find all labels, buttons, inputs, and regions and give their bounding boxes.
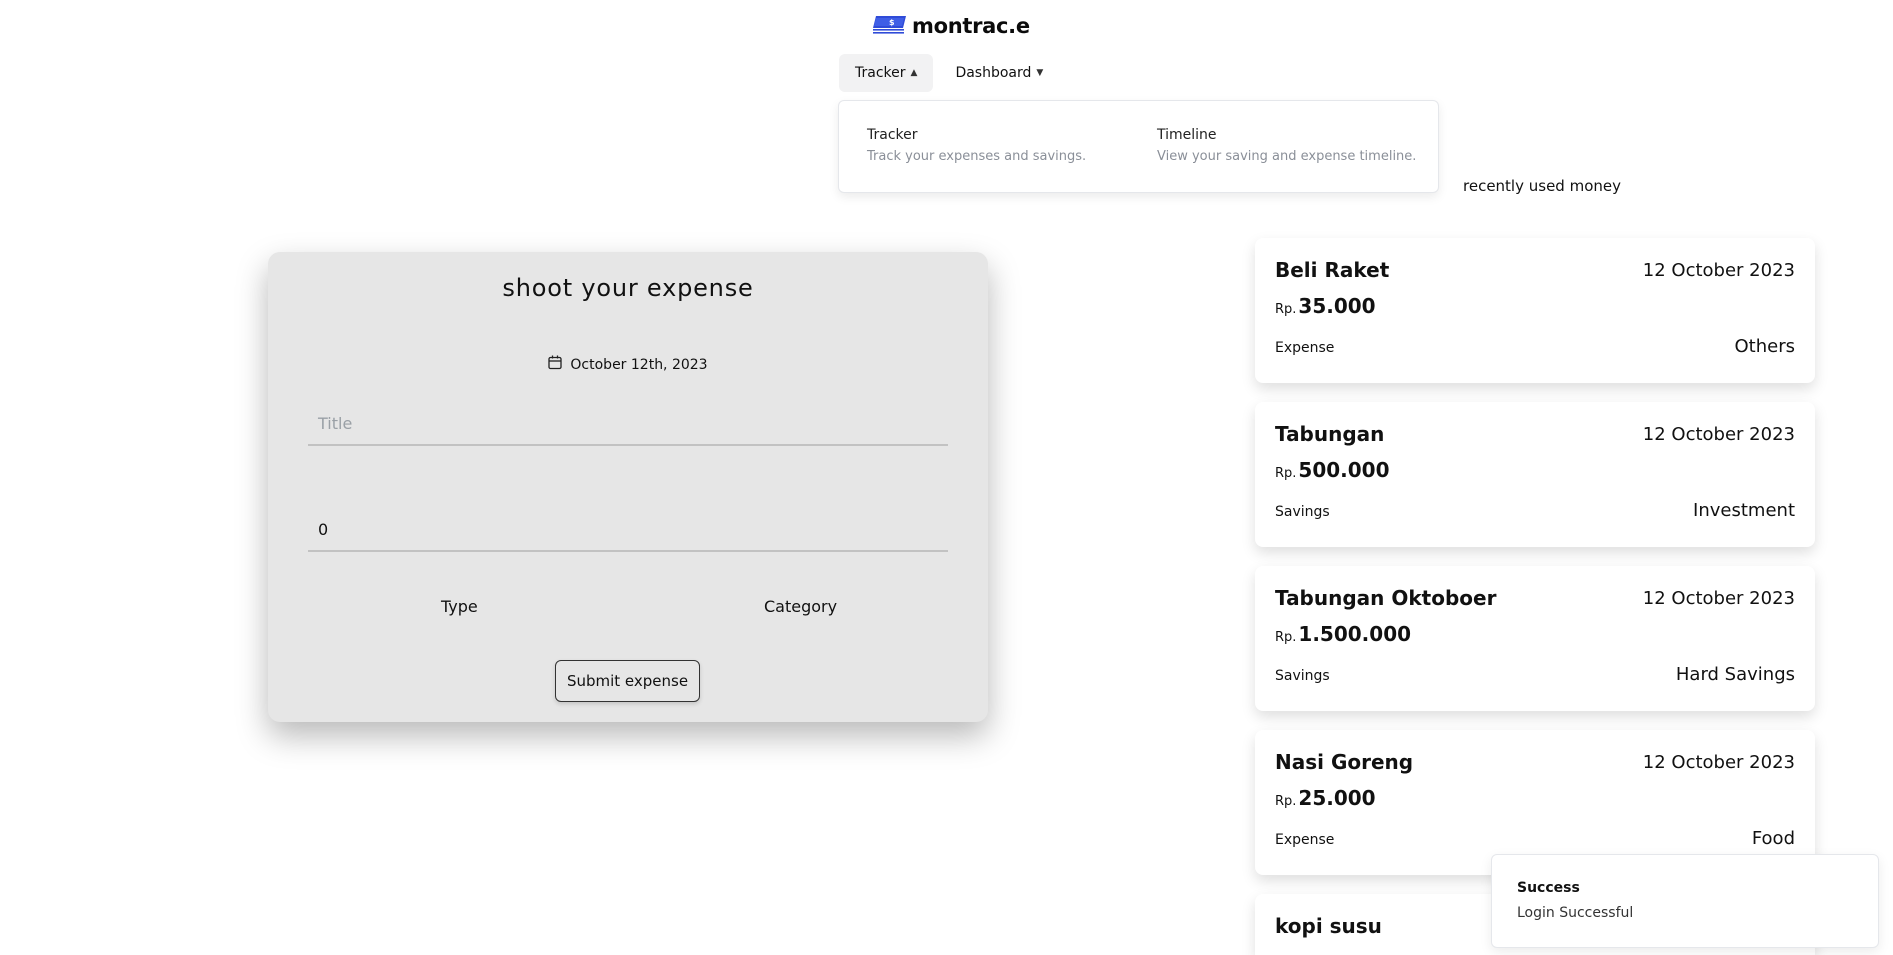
dropdown-item-title: Tracker — [867, 127, 918, 143]
card-date: 12 October 2023 — [1642, 752, 1795, 773]
tracker-dropdown: Tracker Track your expenses and savings.… — [838, 100, 1439, 193]
card-amount: Rp. 35.000 — [1275, 294, 1376, 318]
card-type: Savings — [1275, 504, 1330, 520]
currency-label: Rp. — [1275, 630, 1297, 645]
chevron-up-icon: ▲ — [910, 68, 918, 78]
card-type: Expense — [1275, 340, 1335, 356]
form-title: shoot your expense — [502, 274, 754, 302]
card-amount: Rp. 1.500.000 — [1275, 622, 1411, 646]
card-category: Food — [1751, 828, 1795, 849]
currency-label: Rp. — [1275, 466, 1297, 481]
type-select[interactable]: Type — [441, 597, 478, 616]
amount-input[interactable]: 0 — [308, 508, 948, 552]
card-title: kopi susu — [1275, 914, 1382, 938]
submit-expense-button[interactable]: Submit expense — [555, 660, 700, 702]
expense-card[interactable]: Beli Raket 12 October 2023 Rp. 35.000 Exp… — [1255, 238, 1815, 383]
expense-card[interactable]: Tabungan 12 October 2023 Rp. 500.000 Savi… — [1255, 402, 1815, 547]
toast-notification[interactable]: Success Login Successful — [1491, 854, 1879, 948]
nav-tracker-label: Tracker — [855, 65, 906, 81]
main-nav: Tracker ▲ Dashboard ▼ — [839, 54, 1059, 92]
dropdown-item-tracker[interactable]: Tracker Track your expenses and savings. — [867, 127, 1086, 164]
amount-value: 0 — [318, 519, 329, 539]
brand-logo[interactable]: $ montrac.e — [872, 14, 1030, 38]
card-category: Investment — [1693, 500, 1795, 521]
card-date: 12 October 2023 — [1642, 424, 1795, 445]
recent-heading: recently used money — [1463, 177, 1621, 195]
amount-value: 500.000 — [1298, 458, 1390, 482]
title-input[interactable]: Title — [308, 402, 948, 446]
card-type: Expense — [1275, 832, 1335, 848]
card-amount: Rp. 25.000 — [1275, 786, 1376, 810]
nav-tracker[interactable]: Tracker ▲ — [839, 54, 934, 92]
dropdown-item-title: Timeline — [1157, 127, 1217, 143]
card-date: 12 October 2023 — [1642, 260, 1795, 281]
svg-text:$: $ — [889, 18, 895, 27]
card-title: Nasi Goreng — [1275, 750, 1414, 774]
amount-value: 35.000 — [1298, 294, 1376, 318]
card-title: Tabungan Oktoboer — [1275, 586, 1497, 610]
expense-card[interactable]: Tabungan Oktoboer 12 October 2023 Rp. 1.5… — [1255, 566, 1815, 711]
date-picker[interactable]: October 12th, 2023 — [268, 355, 988, 374]
nav-dashboard[interactable]: Dashboard ▼ — [939, 54, 1059, 92]
brand-name: montrac.e — [912, 14, 1030, 38]
nav-dashboard-label: Dashboard — [955, 65, 1032, 81]
card-category: Hard Savings — [1675, 664, 1795, 685]
expense-form: shoot your expense October 12th, 2023 Ti… — [268, 252, 988, 722]
money-stack-logo-icon: $ — [872, 14, 908, 38]
card-type: Savings — [1275, 668, 1330, 684]
calendar-icon — [548, 355, 563, 374]
date-value: October 12th, 2023 — [570, 356, 708, 373]
card-date: 12 October 2023 — [1642, 588, 1795, 609]
card-amount: Rp. 500.000 — [1275, 458, 1390, 482]
currency-label: Rp. — [1275, 302, 1297, 317]
dropdown-item-desc: View your saving and expense timeline. — [1157, 149, 1417, 164]
title-placeholder: Title — [318, 413, 353, 433]
amount-value: 25.000 — [1298, 786, 1376, 810]
dropdown-item-timeline[interactable]: Timeline View your saving and expense ti… — [1157, 127, 1416, 164]
chevron-down-icon: ▼ — [1036, 68, 1044, 78]
category-select[interactable]: Category — [764, 597, 837, 616]
card-title: Tabungan — [1275, 422, 1385, 446]
amount-value: 1.500.000 — [1298, 622, 1412, 646]
card-category: Others — [1734, 336, 1796, 357]
card-title: Beli Raket — [1275, 258, 1390, 282]
toast-title: Success — [1517, 880, 1580, 896]
currency-label: Rp. — [1275, 794, 1297, 809]
toast-message: Login Successful — [1517, 905, 1634, 921]
dropdown-item-desc: Track your expenses and savings. — [867, 149, 1087, 164]
